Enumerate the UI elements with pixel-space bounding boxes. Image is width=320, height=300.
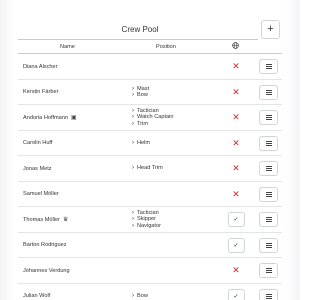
add-crew-button[interactable]: +	[261, 20, 280, 39]
crew-name-cell: Jonas Metz	[23, 156, 52, 181]
availability-cell: ✓	[226, 284, 246, 300]
hamburger-icon	[265, 242, 272, 248]
hamburger-icon	[265, 217, 272, 222]
row-menu-button[interactable]	[259, 263, 278, 278]
x-icon[interactable]: ✕	[232, 265, 240, 276]
table-body: Diana Alscher✕Kerstin FärberMastBow✕Ando…	[18, 54, 282, 300]
availability-cell: ✕	[226, 258, 246, 283]
row-menu-button[interactable]	[259, 110, 278, 125]
crew-name-cell: Thomas Möller ♛	[23, 207, 68, 232]
table-row: Diana Alscher ✕	[18, 54, 282, 80]
position-list: Helm	[132, 131, 150, 156]
crew-name: Samuel Möller	[23, 191, 59, 197]
position-item: Bow	[132, 293, 148, 299]
crew-name: Kerstin Färber	[23, 89, 59, 95]
header: Crew Pool +	[18, 20, 282, 40]
table-row: Johannes Verdung ✕	[18, 258, 282, 284]
table-row: Carolin Huff Helm ✕	[18, 131, 282, 156]
row-menu-button[interactable]	[259, 186, 278, 202]
id-badge-icon: ▣	[71, 115, 77, 121]
crew-name: Andoria Hoffmann	[23, 114, 68, 121]
crew-table: Name Position Diana Alscher ✕ Kerstin Färb…	[18, 40, 282, 300]
check-icon[interactable]: ✓	[227, 237, 245, 253]
position-list: Bow	[132, 284, 148, 300]
x-icon[interactable]: ✕	[232, 87, 240, 98]
position-item: Trim	[132, 121, 173, 127]
table-row: Julian Wolf Bow ✓	[18, 284, 282, 300]
table-row: Andoria Hoffmann▣ TacticianWatch CaptainT…	[18, 105, 282, 131]
row-menu-button[interactable]	[259, 59, 278, 74]
check-icon[interactable]: ✓	[227, 212, 245, 227]
hamburger-icon	[265, 293, 272, 299]
row-menu-button[interactable]	[259, 84, 278, 100]
check-icon[interactable]: ✓	[227, 288, 245, 300]
x-icon[interactable]: ✕	[232, 189, 240, 200]
availability-cell: ✓	[226, 207, 246, 232]
x-icon[interactable]: ✕	[232, 163, 240, 174]
column-header-position: Position	[156, 44, 176, 50]
position-list: TacticianWatch CaptainTrim	[132, 105, 173, 130]
crew-name: Diana Alscher	[23, 63, 58, 70]
row-menu-button[interactable]	[259, 161, 278, 176]
position-list: TacticianSkipperNavigator	[132, 207, 161, 232]
table-row: Jonas Metz Head Trim ✕	[18, 156, 282, 182]
hamburger-icon	[265, 166, 272, 171]
crew-name: Julian Wolf	[23, 293, 51, 299]
crew-name: Thomas Möller	[23, 216, 60, 223]
position-item: Helm	[132, 140, 150, 146]
row-menu-button[interactable]	[259, 237, 278, 253]
crew-name-cell: Andoria Hoffmann ▣	[23, 105, 77, 130]
crew-name-cell: Diana Alscher	[23, 54, 58, 79]
crew-name: Barton Rodriguez	[23, 242, 67, 248]
table-row: Kerstin Färber MastBow ✕	[18, 80, 282, 105]
globe-icon	[232, 42, 239, 51]
column-header-name: Name	[60, 44, 75, 50]
availability-cell: ✕	[226, 156, 246, 181]
row-menu-button[interactable]	[259, 212, 278, 227]
crew-name: Jonas Metz	[23, 165, 52, 172]
position-item: Navigator	[132, 223, 161, 229]
x-icon[interactable]: ✕	[232, 138, 240, 149]
hamburger-icon	[265, 89, 272, 95]
page-title: Crew Pool	[121, 25, 159, 34]
position-item: Head Trim	[132, 165, 163, 171]
crew-name-cell: Kerstin Färber	[23, 80, 58, 105]
x-icon[interactable]: ✕	[232, 61, 240, 72]
hamburger-icon	[265, 64, 272, 69]
crew-name-cell: Samuel Möller	[23, 182, 59, 207]
crew-name: Johannes Verdung	[23, 267, 70, 274]
availability-cell: ✕	[226, 182, 246, 207]
crew-name-cell: Barton Rodriguez	[23, 233, 67, 258]
availability-cell: ✕	[226, 131, 246, 156]
x-icon[interactable]: ✕	[232, 112, 240, 123]
table-header: Name Position	[18, 40, 282, 54]
availability-cell: ✕	[226, 80, 246, 105]
row-menu-button[interactable]	[259, 288, 278, 300]
table-row: Thomas Möller♛ TacticianSkipperNavigator ✓	[18, 207, 282, 233]
position-list: Head Trim	[132, 156, 163, 181]
availability-cell: ✓	[226, 233, 246, 258]
position-list: MastBow	[132, 80, 149, 105]
hamburger-icon	[265, 191, 272, 197]
availability-cell: ✕	[226, 105, 246, 130]
hamburger-icon	[265, 115, 272, 120]
position-item: Bow	[132, 92, 149, 98]
crew-name-cell: Johannes Verdung	[23, 258, 70, 283]
availability-cell: ✕	[226, 54, 246, 79]
hamburger-icon	[265, 140, 272, 146]
crew-name-cell: Julian Wolf	[23, 284, 50, 300]
crown-icon: ♛	[63, 217, 69, 223]
row-menu-button[interactable]	[259, 135, 278, 151]
crew-name-cell: Carolin Huff	[23, 131, 52, 156]
crew-name: Carolin Huff	[23, 140, 53, 146]
table-row: Samuel Möller ✕	[18, 182, 282, 207]
crew-pool-app: Crew Pool + Name Position Diana Alscher ✕…	[0, 0, 300, 300]
table-row: Barton Rodriguez ✓	[18, 233, 282, 258]
hamburger-icon	[265, 268, 272, 273]
